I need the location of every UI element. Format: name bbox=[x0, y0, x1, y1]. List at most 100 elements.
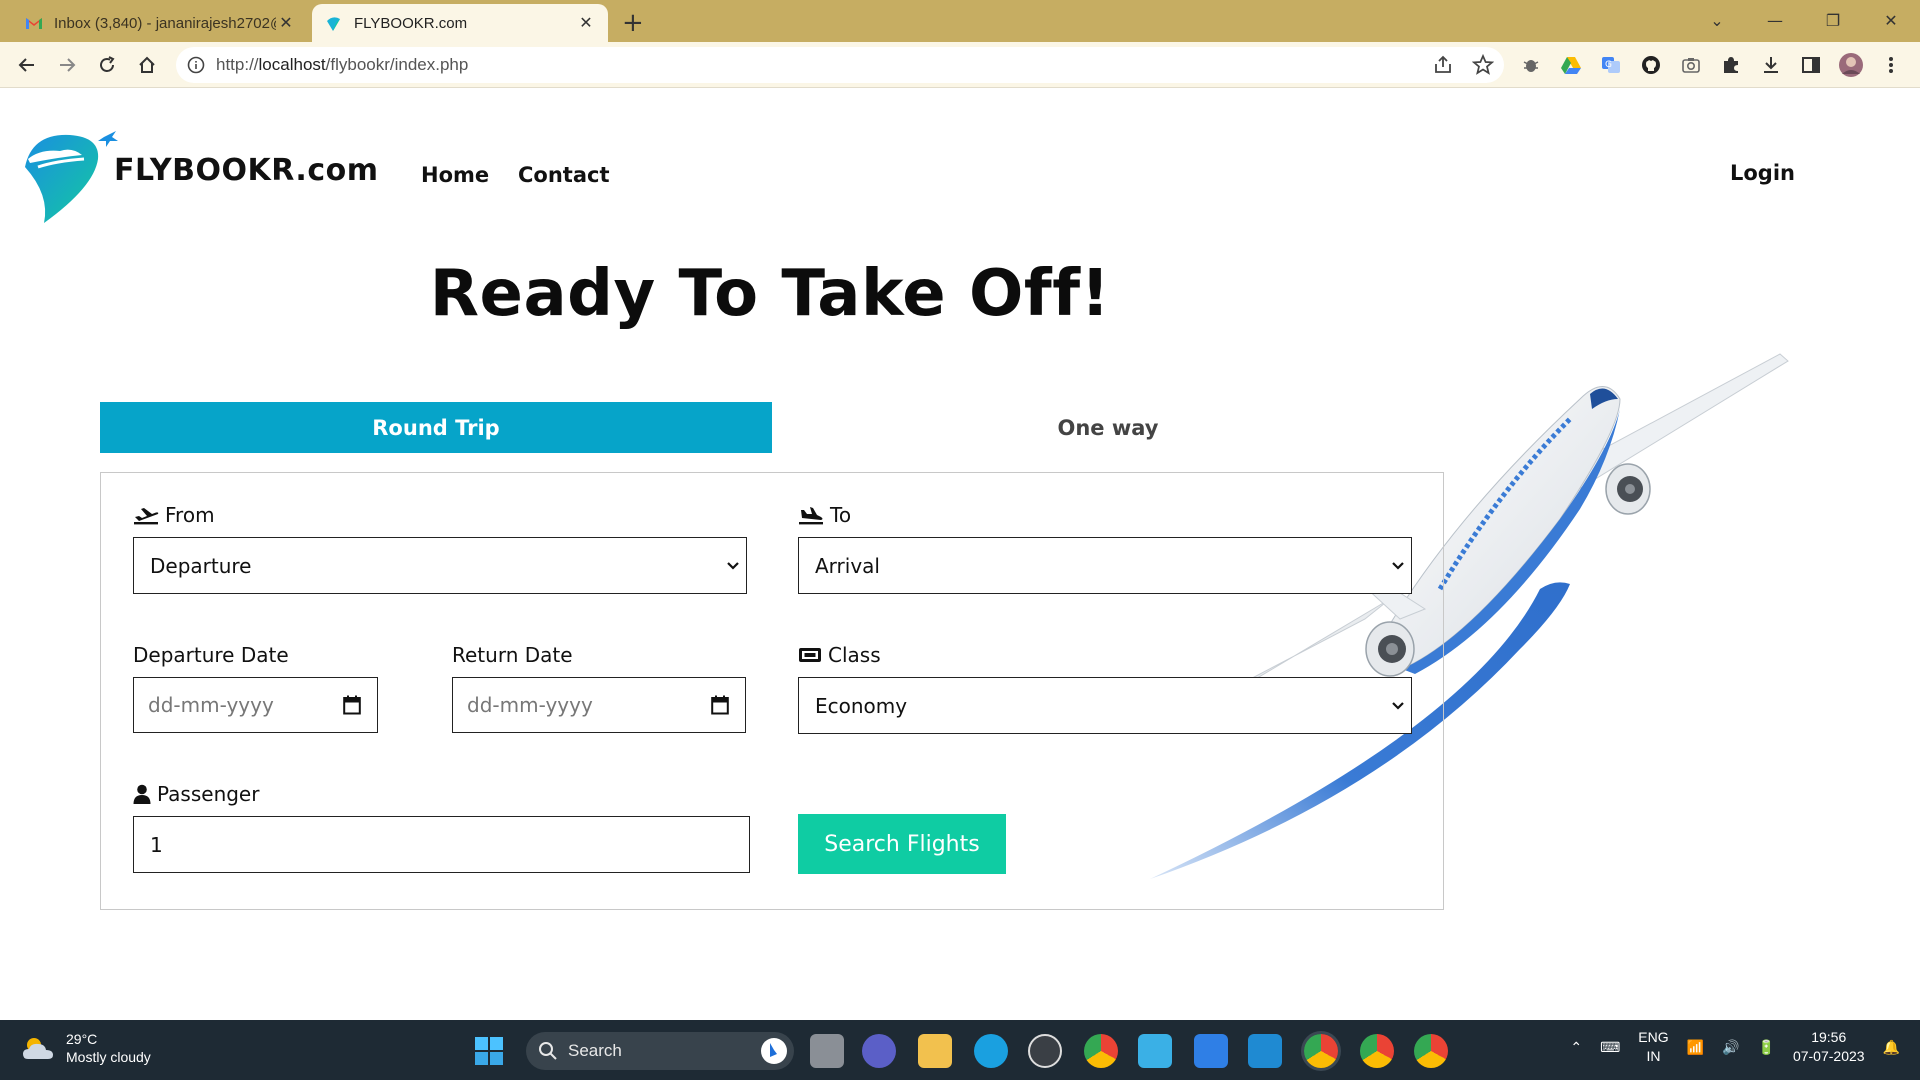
remote-desktop-icon[interactable] bbox=[1138, 1034, 1172, 1068]
github-icon[interactable] bbox=[1638, 52, 1664, 78]
clock[interactable]: 19:56 07-07-2023 bbox=[1793, 1028, 1865, 1066]
share-icon[interactable] bbox=[1432, 54, 1454, 76]
chevron-down-icon bbox=[1392, 701, 1404, 710]
vscode-icon[interactable] bbox=[1248, 1034, 1282, 1068]
close-tab-icon[interactable]: ✕ bbox=[576, 13, 596, 33]
windows-taskbar: 29°C Mostly cloudy Search ⌃ ⌨ ENG IN 📶 🔊… bbox=[0, 1020, 1920, 1080]
weather-description: Mostly cloudy bbox=[66, 1049, 151, 1065]
from-select[interactable]: Departure bbox=[133, 537, 747, 594]
todo-icon[interactable] bbox=[1194, 1034, 1228, 1068]
home-icon[interactable] bbox=[134, 52, 160, 78]
nav-contact-link[interactable]: Contact bbox=[518, 163, 610, 187]
google-translate-icon[interactable]: G bbox=[1598, 52, 1624, 78]
windows-start-icon[interactable] bbox=[474, 1036, 504, 1066]
to-select[interactable]: Arrival bbox=[798, 537, 1412, 594]
tab-search-chevron-icon[interactable]: ⌄ bbox=[1688, 11, 1746, 30]
flybookr-logo-icon bbox=[25, 131, 118, 223]
minimize-icon[interactable]: — bbox=[1746, 11, 1804, 30]
return-date-input[interactable]: dd-mm-yyyy bbox=[452, 677, 746, 733]
flight-search-form: From Departure To Arrival Departure Date… bbox=[100, 472, 1444, 910]
tab-round-trip[interactable]: Round Trip bbox=[100, 402, 772, 453]
departure-date-input[interactable]: dd-mm-yyyy bbox=[133, 677, 378, 733]
reload-icon[interactable] bbox=[94, 52, 120, 78]
restore-icon[interactable]: ❐ bbox=[1804, 11, 1862, 30]
system-tray: ⌃ ⌨ ENG IN 📶 🔊 🔋 19:56 07-07-2023 🔔 bbox=[1570, 1028, 1900, 1066]
teams-chat-icon[interactable] bbox=[862, 1034, 896, 1068]
taskbar-search-box[interactable]: Search bbox=[526, 1032, 794, 1070]
calendar-icon[interactable] bbox=[711, 695, 729, 715]
weather-widget[interactable]: 29°C Mostly cloudy bbox=[20, 1030, 151, 1066]
tab-title: FLYBOOKR.com bbox=[354, 14, 468, 32]
clock-time: 19:56 bbox=[1811, 1029, 1847, 1045]
notifications-icon[interactable]: 🔔 bbox=[1883, 1039, 1900, 1056]
clock-date: 07-07-2023 bbox=[1792, 1048, 1865, 1064]
page-viewport: FLYBOOKR.com Home Contact Login Ready To… bbox=[0, 89, 1920, 1020]
tab-title: Inbox (3,840) - jananirajesh2702@ bbox=[54, 14, 276, 32]
chrome-profile-j-icon[interactable] bbox=[1414, 1034, 1448, 1068]
return-date-label: Return Date bbox=[452, 643, 573, 667]
nav-home-link[interactable]: Home bbox=[421, 163, 489, 187]
gmail-icon bbox=[26, 18, 42, 29]
svg-text:G: G bbox=[1605, 60, 1612, 70]
login-link[interactable]: Login bbox=[1730, 161, 1795, 185]
from-label: From bbox=[133, 503, 215, 527]
tab-one-way[interactable]: One way bbox=[772, 402, 1444, 453]
class-label: Class bbox=[798, 643, 881, 667]
trip-type-tabs: Round Trip One way bbox=[100, 402, 1444, 453]
keyboard-icon[interactable]: ⌨ bbox=[1600, 1039, 1620, 1056]
dell-icon[interactable] bbox=[1028, 1034, 1062, 1068]
google-drive-icon[interactable] bbox=[1558, 52, 1584, 78]
task-view-icon[interactable] bbox=[810, 1034, 844, 1068]
class-select[interactable]: Economy bbox=[798, 677, 1412, 734]
wifi-icon[interactable]: 📶 bbox=[1687, 1039, 1704, 1056]
battery-icon[interactable]: 🔋 bbox=[1758, 1039, 1775, 1056]
puzzle-extensions-icon[interactable] bbox=[1718, 52, 1744, 78]
side-panel-icon[interactable] bbox=[1798, 52, 1824, 78]
tray-chevron-up-icon[interactable]: ⌃ bbox=[1570, 1039, 1582, 1056]
chrome-profile-active-icon[interactable] bbox=[1304, 1034, 1338, 1068]
chrome-profile-f-icon[interactable] bbox=[1360, 1034, 1394, 1068]
search-icon bbox=[539, 1042, 557, 1060]
volume-icon[interactable]: 🔊 bbox=[1722, 1039, 1739, 1056]
extensions-row: G bbox=[1518, 52, 1904, 78]
browser-tab-gmail[interactable]: Inbox (3,840) - jananirajesh2702@ ✕ bbox=[12, 4, 308, 42]
camera-extension-icon[interactable] bbox=[1678, 52, 1704, 78]
plane-departure-icon bbox=[134, 508, 159, 525]
cloudy-weather-icon bbox=[23, 1038, 53, 1059]
chevron-down-icon bbox=[727, 561, 739, 570]
calendar-icon[interactable] bbox=[343, 695, 361, 715]
departure-date-label: Departure Date bbox=[133, 643, 289, 667]
back-icon[interactable] bbox=[14, 52, 40, 78]
edge-browser-icon[interactable] bbox=[974, 1034, 1008, 1068]
bug-extension-icon[interactable] bbox=[1518, 52, 1544, 78]
to-label: To bbox=[798, 503, 851, 527]
url-text: http://localhost/flybookr/index.php bbox=[216, 55, 469, 74]
flybookr-favicon-icon bbox=[327, 17, 340, 31]
browser-tabbar: Inbox (3,840) - jananirajesh2702@ ✕ FLYB… bbox=[0, 0, 1920, 42]
chevron-down-icon bbox=[1392, 561, 1404, 570]
forward-icon[interactable] bbox=[54, 52, 80, 78]
bookmark-star-icon[interactable] bbox=[1472, 54, 1494, 76]
site-info-icon[interactable] bbox=[176, 56, 216, 74]
download-icon[interactable] bbox=[1758, 52, 1784, 78]
passenger-input[interactable]: 1 bbox=[133, 816, 750, 873]
user-icon bbox=[133, 784, 151, 804]
address-bar[interactable]: http://localhost/flybookr/index.php bbox=[176, 47, 1504, 83]
search-flights-button[interactable]: Search Flights bbox=[798, 814, 1006, 874]
profile-avatar[interactable] bbox=[1838, 52, 1864, 78]
plane-arrival-icon bbox=[799, 507, 823, 525]
new-tab-icon[interactable]: + bbox=[622, 8, 644, 38]
brand-name[interactable]: FLYBOOKR.com bbox=[114, 153, 379, 188]
close-window-icon[interactable]: ✕ bbox=[1862, 11, 1920, 30]
ticket-icon bbox=[799, 648, 821, 662]
file-explorer-icon[interactable] bbox=[918, 1034, 952, 1068]
browser-menu-icon[interactable] bbox=[1878, 52, 1904, 78]
chrome-icon[interactable] bbox=[1084, 1034, 1118, 1068]
language-indicator[interactable]: ENG IN bbox=[1638, 1028, 1668, 1066]
close-tab-icon[interactable]: ✕ bbox=[276, 13, 296, 33]
window-controls: ⌄ — ❐ ✕ bbox=[1688, 0, 1920, 40]
bing-icon[interactable] bbox=[760, 1037, 788, 1065]
browser-tab-flybookr[interactable]: FLYBOOKR.com ✕ bbox=[312, 4, 608, 42]
taskbar-search-label: Search bbox=[568, 1041, 622, 1060]
passenger-label: Passenger bbox=[133, 782, 259, 806]
